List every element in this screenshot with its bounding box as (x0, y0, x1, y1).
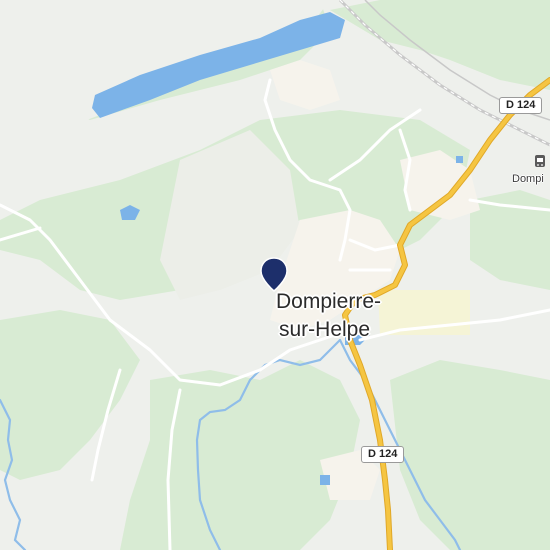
poi-label: Dompi (512, 173, 544, 185)
map-canvas (0, 0, 550, 550)
place-name-line2: sur-Helpe (279, 318, 371, 341)
map-view[interactable]: Dompierre- sur-Helpe D 124 D 124 Dompi (0, 0, 550, 550)
road-shield-d124-north: D 124 (499, 97, 543, 114)
place-name-line1: Dompierre- (276, 290, 382, 313)
train-station-icon[interactable] (535, 155, 545, 167)
road-shield-d124-south: D 124 (361, 446, 405, 463)
place-label: Dompierre- sur-Helpe (276, 288, 381, 344)
